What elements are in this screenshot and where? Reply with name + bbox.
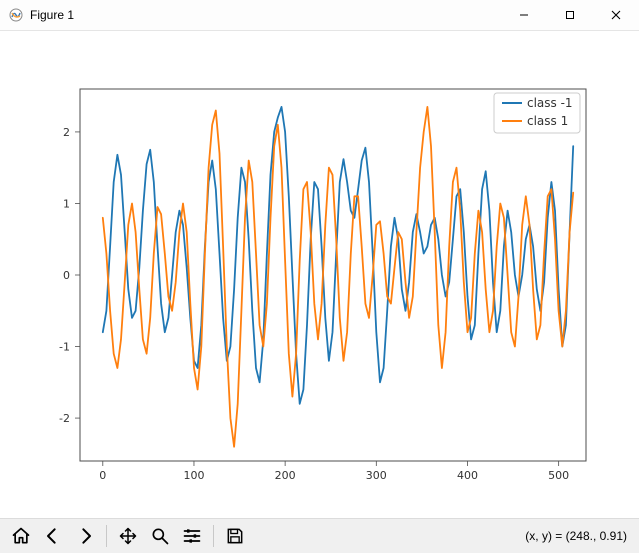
- close-button[interactable]: [593, 0, 639, 30]
- y-tick-label: -1: [59, 341, 70, 354]
- configure-subplots-button[interactable]: [179, 523, 205, 549]
- forward-arrow-icon: [75, 526, 95, 546]
- legend-entry: class 1: [527, 114, 568, 128]
- back-button[interactable]: [40, 523, 66, 549]
- legend-entry: class -1: [527, 96, 573, 110]
- toolbar-separator: [106, 525, 107, 547]
- pan-icon: [118, 526, 138, 546]
- home-button[interactable]: [8, 523, 34, 549]
- toolbar-separator: [213, 525, 214, 547]
- x-tick-label: 200: [275, 469, 296, 482]
- y-tick-label: 2: [63, 126, 70, 139]
- figure-window: Figure 1 0 100 200 300 400 500 -2 -1 0 1 2 class -1…: [0, 0, 639, 553]
- x-tick-label: 300: [366, 469, 387, 482]
- minimize-button[interactable]: [501, 0, 547, 30]
- y-tick-label: 0: [63, 269, 70, 282]
- plot-canvas[interactable]: 0 100 200 300 400 500 -2 -1 0 1 2 class -1 class 1: [0, 31, 639, 518]
- app-icon: [8, 7, 24, 23]
- x-tick-label: 0: [99, 469, 106, 482]
- save-button[interactable]: [222, 523, 248, 549]
- titlebar: Figure 1: [0, 0, 639, 31]
- x-tick-label: 500: [548, 469, 569, 482]
- zoom-icon: [150, 526, 170, 546]
- save-icon: [225, 526, 245, 546]
- legend: class -1 class 1: [494, 93, 580, 133]
- zoom-button[interactable]: [147, 523, 173, 549]
- sliders-icon: [182, 526, 202, 546]
- home-icon: [11, 526, 31, 546]
- window-title: Figure 1: [30, 8, 74, 22]
- x-tick-label: 400: [457, 469, 478, 482]
- y-tick-label: -2: [59, 412, 70, 425]
- maximize-button[interactable]: [547, 0, 593, 30]
- toolbar: (x, y) = (248., 0.91): [0, 518, 639, 553]
- back-arrow-icon: [43, 526, 63, 546]
- cursor-coordinates: (x, y) = (248., 0.91): [525, 529, 631, 543]
- y-tick-label: 1: [63, 197, 70, 210]
- pan-button[interactable]: [115, 523, 141, 549]
- x-tick-label: 100: [183, 469, 204, 482]
- forward-button[interactable]: [72, 523, 98, 549]
